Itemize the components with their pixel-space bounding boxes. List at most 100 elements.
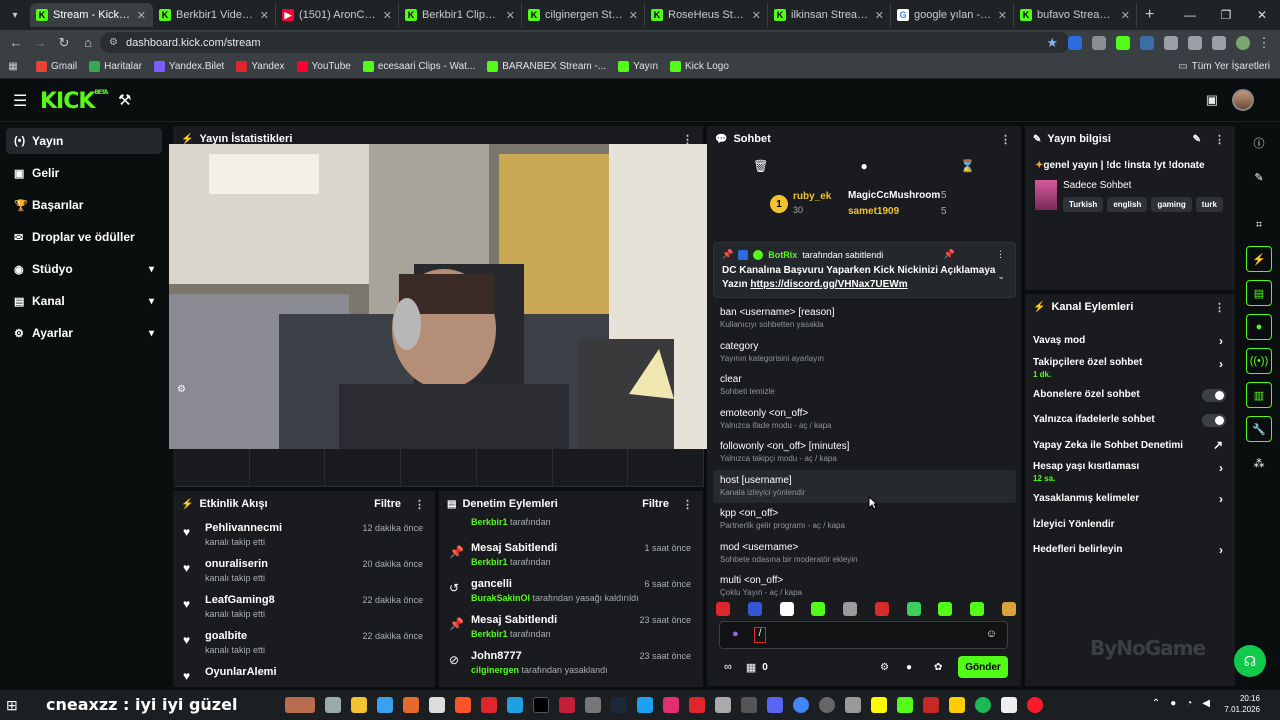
minimize-icon[interactable]: — [1172, 8, 1208, 22]
close-tab-icon[interactable]: ✕ [752, 9, 761, 22]
gear-icon[interactable]: ⚙ [880, 662, 889, 673]
moderator-name[interactable]: Berkbir1 [471, 557, 508, 567]
close-tab-icon[interactable]: ✕ [875, 9, 884, 22]
sidebar-item-1[interactable]: (•) Yayın [6, 128, 162, 154]
kick-logo[interactable]: KICKBETA [40, 89, 108, 114]
new-tab-button[interactable]: + [1145, 6, 1154, 24]
steam-icon[interactable] [611, 697, 627, 713]
apps-icon[interactable]: ▦ [0, 61, 26, 72]
tray-chevron-icon[interactable]: ⌃ [1152, 698, 1160, 709]
channel-action-item[interactable]: Yalnızca ifadelerle sohbet [1025, 407, 1235, 433]
taskbar-app-icon[interactable] [285, 697, 315, 713]
moderator-name[interactable]: cilginergen [471, 665, 519, 675]
command-option[interactable]: category Yayının kategorisini ayarlayın [713, 336, 1016, 370]
tab-search-icon[interactable]: ▾ [4, 4, 26, 26]
channel-action-item[interactable]: Yasaklanmış kelimeler › [1025, 486, 1235, 512]
snapchat-icon[interactable] [871, 697, 887, 713]
emote-icon[interactable] [874, 602, 889, 616]
sidebar-item-7[interactable]: ⚙ Ayarlar ▾ [6, 320, 162, 346]
taskbar-app-icon[interactable] [923, 697, 939, 713]
more-options-icon[interactable]: ⋮ [1214, 133, 1225, 146]
taskbar-app-icon[interactable] [585, 697, 601, 713]
network-icon[interactable]: ◔ [1186, 698, 1192, 709]
leader-name[interactable]: ruby_ek [793, 191, 831, 202]
browser-tab[interactable]: Kcilginergen Stream - ✕ [522, 3, 645, 27]
chat-input[interactable]: ● / ☺ [719, 621, 1008, 649]
bookmark-item[interactable]: Gmail [36, 61, 77, 72]
channel-action-item[interactable]: İzleyici Yönlendir [1025, 512, 1235, 538]
avatar[interactable] [1232, 89, 1254, 111]
activity-item[interactable]: ♥ goalbite kanalı takip etti 22 dakika önce [173, 625, 435, 661]
more-options-icon[interactable]: ⋮ [1000, 133, 1011, 146]
media-icon[interactable] [1188, 35, 1202, 50]
pinned-message[interactable]: 📌 BotRix tarafından sabitlendi 📌 ⋮ DC Ka… [713, 242, 1016, 298]
brave-icon[interactable] [455, 697, 471, 713]
close-tab-icon[interactable]: ✕ [383, 9, 392, 22]
edge-icon[interactable] [507, 697, 523, 713]
back-icon[interactable]: ← [4, 35, 28, 50]
chat-fab-icon[interactable]: ☊ [1234, 645, 1266, 677]
bookmark-item[interactable]: YouTube [296, 61, 351, 72]
emote-icon[interactable] [938, 602, 953, 616]
browser-tab[interactable]: Kilkinsan Stream - Wat ✕ [768, 3, 891, 27]
more-options-icon[interactable]: ⋮ [414, 498, 425, 511]
sidebar-item-2[interactable]: ▣ Gelir [6, 160, 162, 186]
taskbar-app-icon[interactable] [559, 697, 575, 713]
channel-action-item[interactable]: Vavaş mod › [1025, 328, 1235, 354]
folder-icon[interactable] [351, 697, 367, 713]
all-bookmarks[interactable]: ▭ Tüm Yer İşaretleri [1178, 61, 1270, 72]
chat-bubble-icon[interactable]: ● [1246, 314, 1272, 340]
shield-icon[interactable] [1092, 35, 1106, 50]
instagram-icon[interactable] [663, 697, 679, 713]
gift-icon[interactable]: ✿ [934, 662, 942, 673]
emoji-icon[interactable]: ☺ [986, 628, 997, 640]
taskbar-app-icon[interactable] [1001, 697, 1017, 713]
emote-icon[interactable] [716, 602, 730, 616]
browser-tab[interactable]: K Stream - Kick Dashbo ✕ [30, 3, 153, 27]
command-option[interactable]: emoteonly <on_off> Yalnızca ifade modu - … [713, 403, 1016, 437]
wrench-icon[interactable]: 🔧 [1246, 416, 1272, 442]
stream-tag[interactable]: english [1107, 197, 1148, 212]
maximize-icon[interactable]: ❐ [1208, 8, 1244, 22]
command-option[interactable]: ban <username> [reason] Kullanıcıyı sohbe… [713, 302, 1016, 336]
leader-name[interactable]: samet1909 [848, 206, 899, 217]
bookmark-item[interactable]: Yayın [618, 61, 658, 72]
yandex-icon[interactable] [949, 697, 965, 713]
widgets-icon[interactable]: ⁂ [1246, 450, 1272, 476]
taskbar-app-icon[interactable] [637, 697, 653, 713]
opera-icon[interactable] [1027, 697, 1043, 713]
bolt-icon[interactable]: ⚡ [1246, 246, 1272, 272]
volume-icon[interactable]: ◀ [1202, 698, 1210, 709]
profile-icon[interactable] [1236, 35, 1250, 50]
reload-icon[interactable]: ↻ [52, 35, 76, 51]
bookmark-item[interactable]: Yandex.Bilet [153, 61, 224, 72]
emote-icon[interactable] [811, 602, 826, 616]
pinned-link[interactable]: https://discord.gg/VHNax7UEWm [750, 279, 907, 290]
sidebar-item-3[interactable]: 🏆 Başarılar [6, 192, 162, 218]
site-info-icon[interactable]: ⚙ [109, 37, 118, 48]
moderation-item[interactable]: ⊘ John8777 cilginergen tarafından yasaklan… [439, 645, 703, 681]
command-option[interactable]: host [username] Kanala izleyici yönlendir [713, 469, 1016, 503]
taskbar-app-icon[interactable] [715, 697, 731, 713]
extension-icon[interactable] [1068, 35, 1082, 50]
command-option[interactable]: kpp <on_off> Partnerlik gelir programı - … [713, 503, 1016, 537]
taskbar-app-icon[interactable] [403, 697, 419, 713]
activity-item[interactable]: ♥ onuraliserin kanalı takip etti 20 dakika … [173, 553, 435, 589]
category-name[interactable]: Sadece Sohbet [1063, 180, 1131, 191]
crop-icon[interactable]: ⌗ [1246, 212, 1272, 238]
sidebar-item-4[interactable]: ✉ Droplar ve ödüller [6, 224, 162, 250]
command-option[interactable]: multi <on_off> Çoklu Yayın - aç / kapa [713, 570, 1016, 598]
command-option[interactable]: clear Sohbeti temizle [713, 369, 1016, 403]
close-tab-icon[interactable]: ✕ [260, 9, 269, 22]
stream-settings-icon[interactable]: ⚙ [177, 384, 186, 395]
activity-item[interactable]: ♥ Pehlivannecmi kanalı takip etti 12 dakika… [173, 517, 435, 553]
activity-filter-button[interactable]: Filtre [374, 498, 401, 510]
taskbar-app-icon[interactable] [689, 697, 705, 713]
send-button[interactable]: Gönder [958, 656, 1008, 678]
taskbar-app-icon[interactable] [845, 697, 861, 713]
browser-tab[interactable]: K Berkbir1 Clips - Watc ✕ [399, 3, 522, 27]
stream-tag[interactable]: Turkish [1063, 197, 1104, 212]
close-tab-icon[interactable]: ✕ [1121, 9, 1130, 22]
browser-tab[interactable]: Kbufavo Stream - Watc ✕ [1014, 3, 1137, 27]
theater-mode-icon[interactable]: ▣ [1206, 92, 1218, 108]
